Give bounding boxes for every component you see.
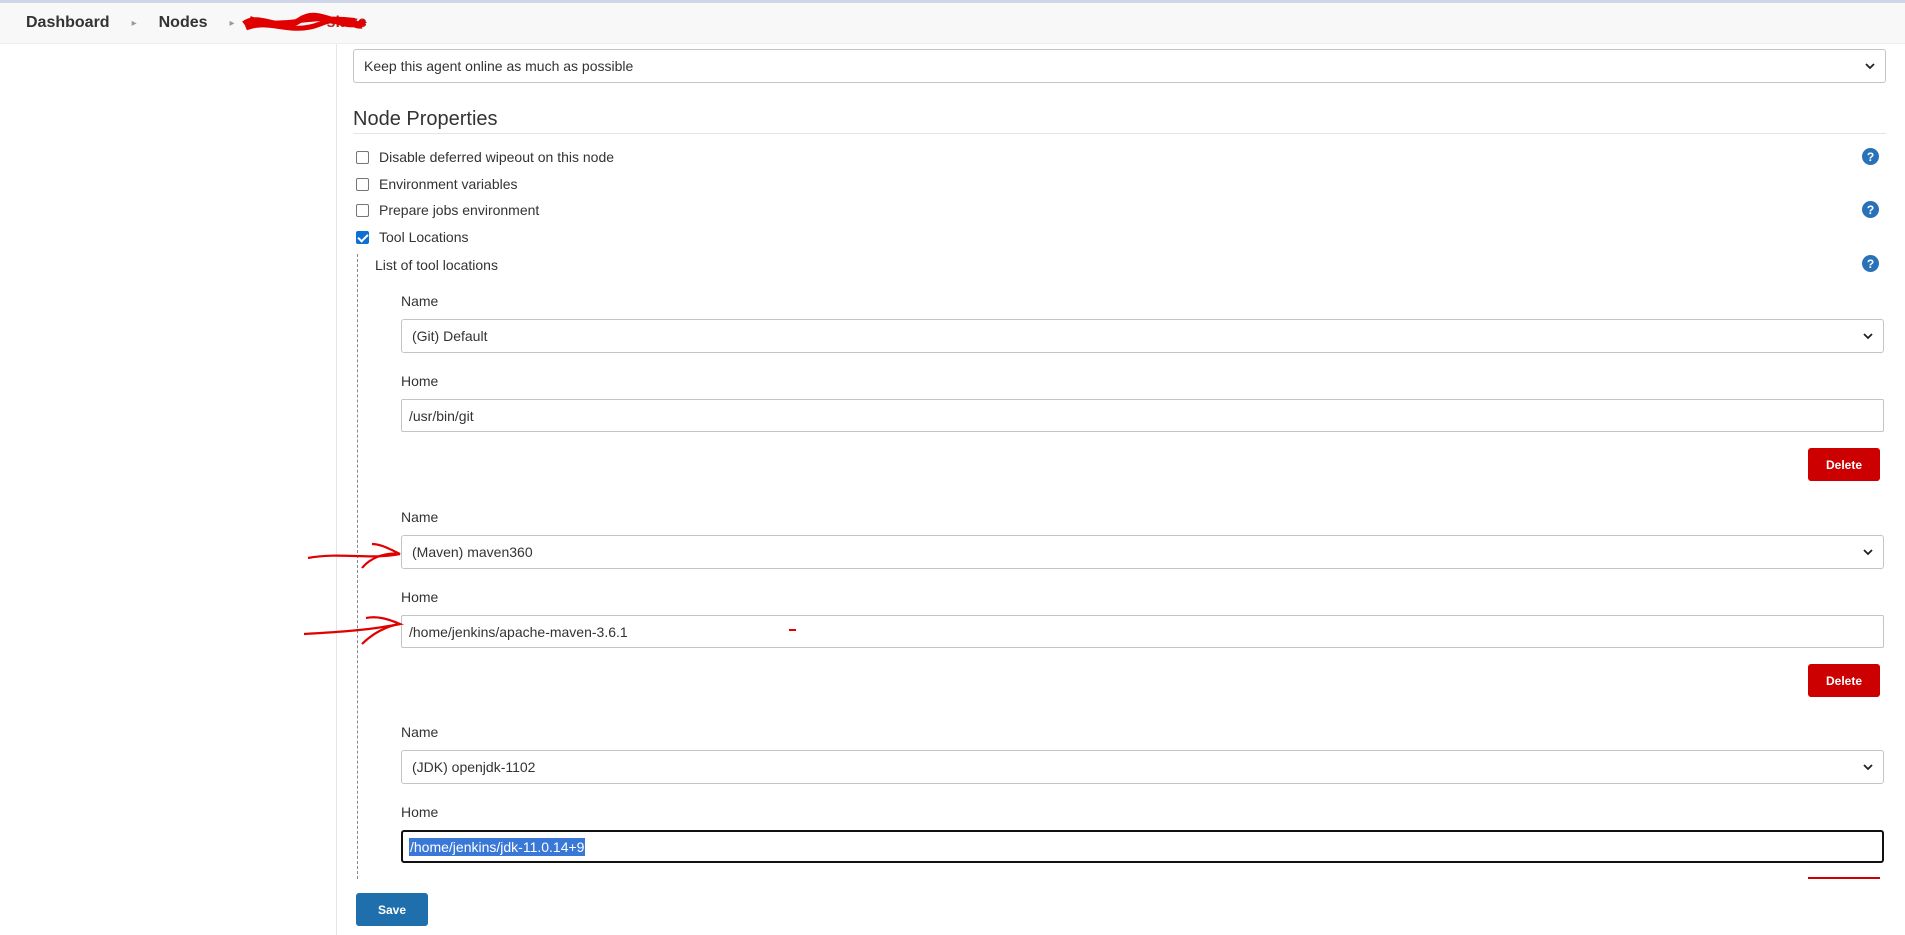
- tool-name-value: (JDK) openjdk-1102: [412, 759, 536, 775]
- tool-home-label: Home: [401, 373, 439, 389]
- annotation-arrow-icon: [307, 542, 401, 569]
- help-icon[interactable]: ?: [1862, 148, 1879, 165]
- tool-home-input[interactable]: /usr/bin/git: [401, 399, 1884, 432]
- option-label: Environment variables: [379, 176, 518, 192]
- delete-button[interactable]: Delete: [1808, 448, 1880, 481]
- checkbox[interactable]: [356, 203, 369, 217]
- checkbox-checked[interactable]: [356, 230, 369, 244]
- option-label: Disable deferred wipeout on this node: [379, 149, 615, 165]
- chevron-right-icon: ▸: [131, 17, 137, 29]
- tool-home-label: Home: [401, 804, 439, 820]
- tool-home-value: /usr/bin/git: [409, 407, 474, 424]
- option-environment-variables[interactable]: Environment variables: [356, 176, 518, 192]
- tool-name-select[interactable]: (JDK) openjdk-1102: [401, 750, 1884, 784]
- chevron-down-icon: [1863, 549, 1873, 556]
- breadcrumb-nodes[interactable]: Nodes: [159, 14, 208, 32]
- tool-home-value-selected: /home/jenkins/jdk-11.0.14+9: [409, 837, 586, 856]
- checkbox[interactable]: [356, 150, 369, 164]
- breadcrumb-dashboard[interactable]: Dashboard: [26, 14, 110, 32]
- option-tool-locations[interactable]: Tool Locations: [356, 229, 469, 245]
- help-icon[interactable]: ?: [1862, 255, 1879, 272]
- chevron-right-icon: ▸: [229, 17, 235, 29]
- annotation-mark-icon: [789, 629, 796, 631]
- save-button[interactable]: Save: [356, 893, 428, 926]
- option-label: Tool Locations: [379, 229, 469, 245]
- option-disable-deferred-wipeout[interactable]: Disable deferred wipeout on this node: [356, 149, 614, 165]
- checkbox[interactable]: [356, 177, 369, 191]
- redaction-scribble: [242, 12, 367, 31]
- tool-home-input[interactable]: /home/jenkins/apache-maven-3.6.1: [401, 615, 1884, 648]
- tool-home-value: /home/jenkins/apache-maven-3.6.1: [409, 623, 628, 640]
- tool-name-select[interactable]: (Git) Default: [401, 319, 1884, 353]
- tool-home-label: Home: [401, 589, 439, 605]
- tool-home-input-focused[interactable]: /home/jenkins/jdk-11.0.14+9: [401, 830, 1884, 863]
- tool-name-value: (Git) Default: [412, 328, 488, 344]
- help-icon[interactable]: ?: [1862, 201, 1879, 218]
- annotation-arrow-icon: [303, 616, 405, 645]
- availability-select[interactable]: Keep this agent online as much as possib…: [353, 49, 1886, 83]
- node-properties-title: Node Properties: [353, 108, 498, 130]
- tool-name-value: (Maven) maven360: [412, 544, 533, 560]
- sidebar-divider: [336, 44, 337, 935]
- section-divider: [353, 133, 1886, 134]
- tool-name-label: Name: [401, 724, 439, 740]
- delete-button[interactable]: Delete: [1808, 664, 1880, 697]
- chevron-down-icon: [1863, 333, 1873, 340]
- tool-name-label: Name: [401, 509, 439, 525]
- tool-locations-list-label: List of tool locations: [375, 257, 498, 273]
- option-prepare-jobs-environment[interactable]: Prepare jobs environment: [356, 202, 539, 218]
- availability-select-value: Keep this agent online as much as possib…: [364, 58, 634, 74]
- chevron-down-icon: [1865, 63, 1875, 70]
- tool-name-label: Name: [401, 293, 439, 309]
- option-label: Prepare jobs environment: [379, 202, 540, 218]
- delete-button-partial[interactable]: [1808, 877, 1880, 879]
- tool-name-select[interactable]: (Maven) maven360: [401, 535, 1884, 569]
- chevron-down-icon: [1863, 764, 1873, 771]
